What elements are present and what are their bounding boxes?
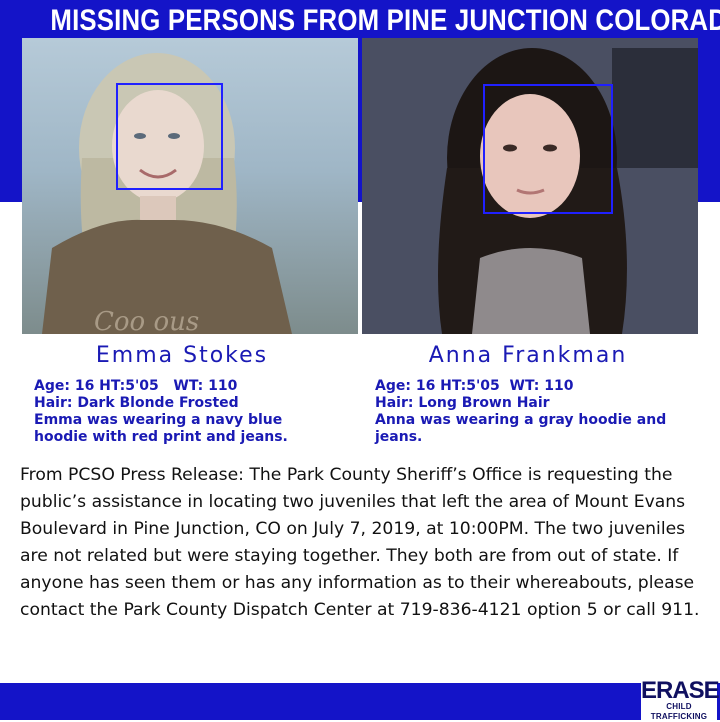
poster-title: MISSING PERSONS FROM PINE JUNCTION COLOR…: [50, 4, 720, 37]
person-name-emma: Emma Stokes: [95, 343, 269, 368]
face-box-emma: [116, 83, 223, 190]
erase-logo: ERASE CHILD TRAFFICKING: [641, 677, 720, 721]
person-stats-anna: Age: 16 HT:5'05 WT: 110: [375, 378, 574, 394]
photo-emma: Coo ous: [22, 38, 358, 334]
person-info-emma: Age: 16 HT:5'05 WT: 110 Hair: Dark Blond…: [34, 378, 344, 446]
logo-main-text: ERASE: [641, 677, 720, 704]
person-clothing-anna: Anna was wearing a gray hoodie and jeans…: [375, 412, 667, 445]
bottom-blue-band: [0, 683, 720, 720]
person-stats-emma: Age: 16 HT:5'05 WT: 110: [34, 378, 238, 394]
photo-anna: [362, 38, 698, 334]
press-release-text: From PCSO Press Release: The Park County…: [20, 465, 700, 620]
person-hair-emma: Hair: Dark Blonde Frosted: [34, 395, 239, 411]
face-box-anna: [483, 84, 613, 214]
logo-sub-text: CHILD TRAFFICKING: [650, 702, 708, 721]
svg-text:Coo ous: Coo ous: [94, 307, 199, 334]
person-info-anna: Age: 16 HT:5'05 WT: 110 Hair: Long Brown…: [375, 378, 715, 446]
person-clothing-emma: Emma was wearing a navy blue hoodie with…: [34, 412, 288, 445]
person-hair-anna: Hair: Long Brown Hair: [375, 395, 550, 411]
person-name-anna: Anna Frankman: [428, 343, 628, 368]
